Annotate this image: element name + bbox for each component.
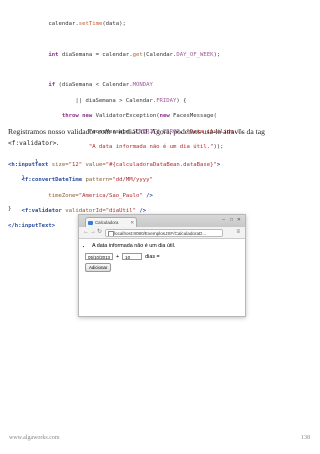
menu-icon[interactable]: ≡ xyxy=(236,228,240,237)
form-row: 05/10/2013 + 10 dias = xyxy=(85,253,239,260)
inline-code-tag: <f:validator> xyxy=(8,140,57,147)
code-line: throw new ValidatorException(new FacesMe… xyxy=(61,113,217,120)
date-input[interactable]: 05/10/2013 xyxy=(85,253,113,260)
page-content: A data informada não é um dia útil. 05/1… xyxy=(79,239,245,276)
page-icon xyxy=(108,231,114,236)
code-line: int diaSemana = calendar.get(Calendar.DA… xyxy=(48,51,221,58)
favicon-icon xyxy=(88,220,93,225)
browser-tab[interactable]: Calculadora ✕ xyxy=(85,217,137,227)
error-messages: A data informada não é um dia útil. xyxy=(92,243,239,249)
tab-bar: Calculadora ✕ – □ ✕ xyxy=(79,215,245,227)
maximize-icon[interactable]: □ xyxy=(230,217,233,223)
minimize-icon[interactable]: – xyxy=(222,217,225,223)
tab-title: Calculadora xyxy=(95,220,119,225)
inline-id: diaUtil xyxy=(126,127,148,136)
address-text: localhost:8080/ExemplosJSF/CalculadoraD.… xyxy=(114,230,207,236)
page-number: 138 xyxy=(301,435,310,441)
code-line: if (diaSemana < Calendar.MONDAY xyxy=(48,82,153,89)
code-line: <f:convertDateTime pattern="dd/MM/yyyy" xyxy=(21,177,153,184)
reload-icon[interactable]: ↻ xyxy=(97,228,102,237)
plus-sign: + xyxy=(116,253,120,260)
add-button[interactable]: Adicionar xyxy=(85,263,112,272)
error-message: A data informada não é um dia útil. xyxy=(92,243,239,249)
code-line: timeZone="America/Sao_Paulo" /> xyxy=(8,192,153,199)
footer-url: www.algaworks.com xyxy=(9,435,60,441)
days-input[interactable]: 10 xyxy=(122,253,143,260)
code-line: <h:inputText size="12" value="#{calculad… xyxy=(8,161,221,168)
forward-icon[interactable]: → xyxy=(90,228,96,237)
code-line: calendar.setTime(data); xyxy=(8,20,126,27)
body-paragraph: Registramos nosso validador com o id dia… xyxy=(8,127,265,147)
window-close-icon[interactable]: ✕ xyxy=(237,217,241,223)
address-bar[interactable]: localhost:8080/ExemplosJSF/CalculadoraD.… xyxy=(105,228,223,237)
days-label: dias = xyxy=(145,253,160,260)
close-icon[interactable]: ✕ xyxy=(130,218,134,227)
navigation-bar: ← → ↻ localhost:8080/ExemplosJSF/Calcula… xyxy=(79,227,245,239)
back-icon[interactable]: ← xyxy=(83,228,89,237)
code-line: || diaSemana > Calendar.FRIDAY) { xyxy=(8,97,187,104)
browser-window: Calculadora ✕ – □ ✕ ← → ↻ localhost:8080… xyxy=(78,214,246,317)
